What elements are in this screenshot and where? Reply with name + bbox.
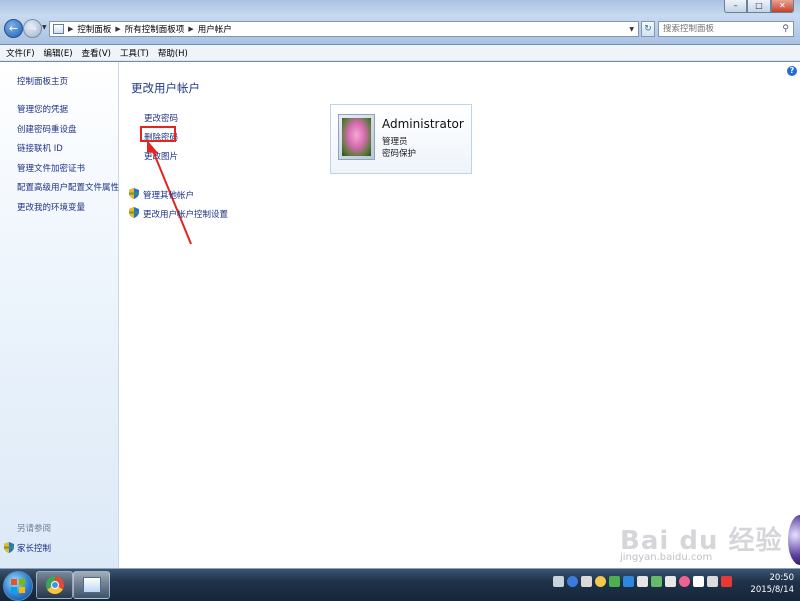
breadcrumb-user-accounts[interactable]: 用户帐户 xyxy=(198,23,232,35)
speaker-icon[interactable] xyxy=(637,576,648,587)
change-password-link[interactable]: 更改密码 xyxy=(144,112,178,124)
volume-icon[interactable] xyxy=(707,576,718,587)
flower-picture xyxy=(342,118,371,156)
taskbar-browser[interactable] xyxy=(36,571,73,599)
clock-time: 20:50 xyxy=(769,573,795,583)
manage-other-accounts-link[interactable]: 管理其他帐户 xyxy=(129,188,194,202)
main-content: ? 更改用户帐户 更改密码 删除密码 更改图片 管理其他帐户 更改用户帐户控制设… xyxy=(119,62,800,568)
help-icon[interactable] xyxy=(567,576,578,587)
account-card: Administrator 管理员 密码保护 xyxy=(330,104,472,174)
menu-file[interactable]: 文件(F) xyxy=(6,47,35,59)
search-input[interactable] xyxy=(663,24,773,34)
security-icon[interactable] xyxy=(609,576,620,587)
close-button[interactable]: ✕ xyxy=(770,0,794,13)
account-name: Administrator xyxy=(382,117,464,131)
taskbar-clock[interactable]: 20:50 2015/8/14 xyxy=(748,572,794,596)
system-tray xyxy=(553,576,732,587)
page-title: 更改用户帐户 xyxy=(131,81,200,95)
window-controls: – □ ✕ xyxy=(724,0,794,13)
account-role: 管理员 xyxy=(382,137,408,147)
breadcrumb-control-panel[interactable]: 控制面板 xyxy=(77,23,111,35)
shield-icon xyxy=(129,188,139,202)
clock-date: 2015/8/14 xyxy=(750,585,794,595)
menu-edit[interactable]: 编辑(E) xyxy=(44,47,73,59)
ime-icon[interactable] xyxy=(679,576,690,587)
uac-settings-link[interactable]: 更改用户帐户控制设置 xyxy=(129,207,228,221)
menu-tools[interactable]: 工具(T) xyxy=(120,47,149,59)
menu-help[interactable]: 帮助(H) xyxy=(158,47,188,59)
window-titlebar: – □ ✕ ← → ▼ ▶ 控制面板 ▶ 所有控制面板项 ▶ 用户帐户 ▼ ↻ … xyxy=(0,0,800,44)
recent-pages-dropdown-icon[interactable]: ▼ xyxy=(42,24,47,31)
sidebar-item-parental-controls[interactable]: 家长控制 xyxy=(17,542,51,554)
windows-logo-icon xyxy=(11,579,25,593)
shield-icon xyxy=(4,542,14,556)
search-icon[interactable]: ⚲ xyxy=(782,24,789,34)
sidebar-item-advanced-profile[interactable]: 配置高级用户配置文件属性 xyxy=(17,181,119,193)
sidebar-item-online-id[interactable]: 链接联机 ID xyxy=(17,142,63,154)
see-also-heading: 另请参阅 xyxy=(17,524,52,534)
app-icon[interactable] xyxy=(651,576,662,587)
tray-arrow-icon[interactable] xyxy=(581,576,592,587)
chevron-right-icon[interactable]: ▶ xyxy=(68,25,73,33)
shield-icon xyxy=(129,207,139,221)
forward-button[interactable]: → xyxy=(23,19,42,38)
watermark-url: jingyan.baidu.com xyxy=(620,552,713,563)
network-icon[interactable] xyxy=(665,576,676,587)
sidebar: 控制面板主页 管理您的凭据 创建密码重设盘 链接联机 ID 管理文件加密证书 配… xyxy=(0,62,119,568)
sidebar-item-environment-vars[interactable]: 更改我的环境变量 xyxy=(17,201,85,213)
maximize-button[interactable]: □ xyxy=(747,0,771,13)
chrome-icon xyxy=(46,576,64,594)
back-arrow-icon: ← xyxy=(8,22,19,35)
sidebar-item-encryption-certs[interactable]: 管理文件加密证书 xyxy=(17,162,85,174)
flag-icon[interactable] xyxy=(693,576,704,587)
address-bar[interactable]: ▶ 控制面板 ▶ 所有控制面板项 ▶ 用户帐户 ▼ xyxy=(49,21,639,37)
account-status: 密码保护 xyxy=(382,149,417,159)
uac-settings-label[interactable]: 更改用户帐户控制设置 xyxy=(143,208,228,220)
chevron-right-icon[interactable]: ▶ xyxy=(115,25,120,33)
menu-view[interactable]: 查看(V) xyxy=(82,47,111,59)
back-button[interactable]: ← xyxy=(4,19,23,38)
help-icon[interactable]: ? xyxy=(787,66,797,76)
breadcrumb-all-items[interactable]: 所有控制面板项 xyxy=(125,23,185,35)
address-dropdown-icon[interactable]: ▼ xyxy=(629,26,638,33)
sidebar-item-credentials[interactable]: 管理您的凭据 xyxy=(17,103,68,115)
forward-arrow-icon: → xyxy=(27,22,38,35)
start-button[interactable] xyxy=(3,571,33,601)
update-icon[interactable] xyxy=(623,576,634,587)
sidebar-item-home[interactable]: 控制面板主页 xyxy=(17,75,68,87)
chevron-right-icon[interactable]: ▶ xyxy=(188,25,193,33)
minimize-button[interactable]: – xyxy=(724,0,748,13)
taskbar: 20:50 2015/8/14 xyxy=(0,568,800,601)
keyboard-icon[interactable] xyxy=(553,576,564,587)
avatar xyxy=(338,114,375,160)
refresh-icon: ↻ xyxy=(644,24,652,34)
control-panel-icon xyxy=(83,577,101,593)
baidu-watermark: Bai du 经验 jingyan.baidu.com xyxy=(620,514,790,564)
control-panel-icon xyxy=(53,24,64,34)
search-box[interactable]: ⚲ xyxy=(658,21,794,37)
menu-bar: 文件(F) 编辑(E) 查看(V) 工具(T) 帮助(H) xyxy=(0,45,800,61)
notification-icon[interactable] xyxy=(721,576,732,587)
manage-other-accounts-label[interactable]: 管理其他帐户 xyxy=(143,189,194,201)
refresh-button[interactable]: ↻ xyxy=(641,21,655,37)
qq-icon[interactable] xyxy=(595,576,606,587)
taskbar-control-panel[interactable] xyxy=(73,571,110,599)
sidebar-item-reset-disk[interactable]: 创建密码重设盘 xyxy=(17,123,77,135)
